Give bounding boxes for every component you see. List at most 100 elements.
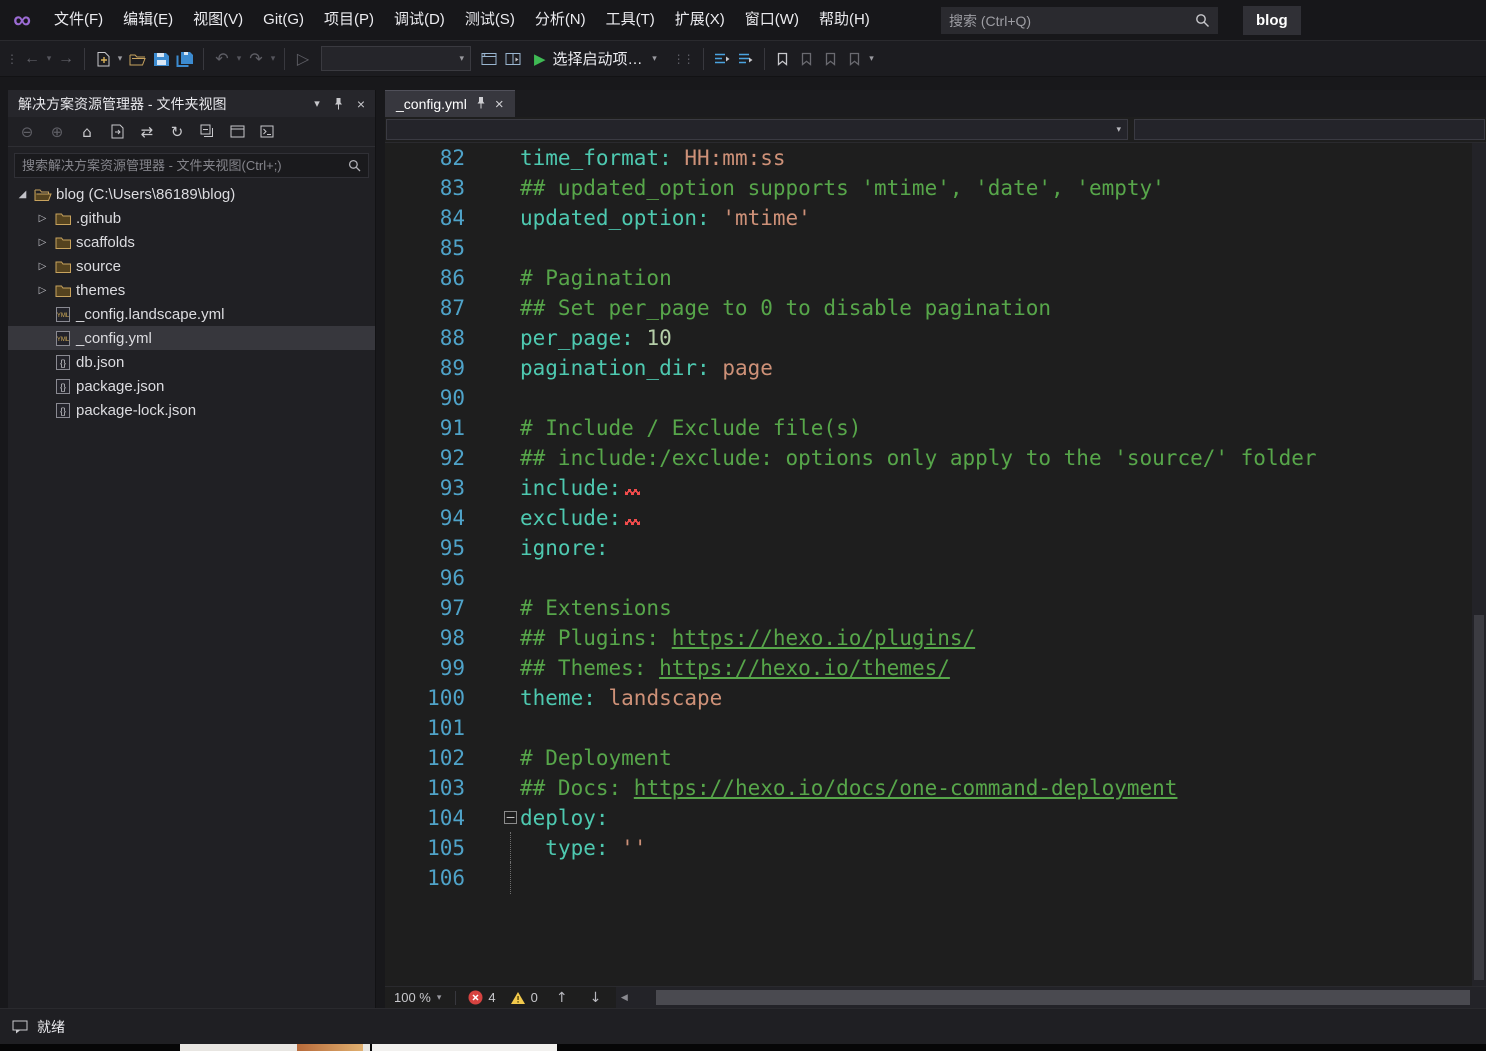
preview-changes-icon[interactable]	[501, 46, 525, 72]
url-link[interactable]: https://hexo.io/plugins/	[672, 626, 975, 650]
explorer-search-input[interactable]	[22, 158, 343, 173]
code-line[interactable]: 88per_page: 10	[385, 323, 1472, 353]
fold-minus-icon[interactable]: –	[504, 811, 517, 824]
redo-dropdown-icon[interactable]: ▾	[268, 53, 278, 64]
menu-item[interactable]: 调试(D)	[384, 0, 455, 40]
code-line[interactable]: 99## Themes: https://hexo.io/themes/	[385, 653, 1472, 683]
member-dropdown[interactable]	[1134, 119, 1485, 140]
fold-collapse-control[interactable]: –	[480, 803, 520, 833]
next-issue-icon[interactable]: ↓	[579, 990, 613, 1006]
home-icon[interactable]: ⌂	[74, 120, 100, 144]
switch-views-icon[interactable]	[104, 120, 130, 144]
tree-item[interactable]: {}package-lock.json	[8, 398, 375, 422]
explorer-forward-icon[interactable]: ⊕	[44, 120, 70, 144]
collapse-arrow-icon[interactable]: ◢	[14, 189, 31, 200]
bookmark-toggle-icon[interactable]	[771, 46, 795, 72]
code-line[interactable]: 106	[385, 863, 1472, 893]
vertical-scrollbar[interactable]	[1472, 143, 1486, 986]
run-outline-icon[interactable]: ▷	[291, 46, 315, 72]
expand-arrow-icon[interactable]: ▷	[34, 285, 51, 296]
code-line[interactable]: 95ignore:	[385, 533, 1472, 563]
vertical-scrollbar-thumb[interactable]	[1474, 615, 1484, 980]
bookmark-prev-icon[interactable]	[795, 46, 819, 72]
properties-icon[interactable]	[254, 120, 280, 144]
code-line[interactable]: 105 type: ''	[385, 833, 1472, 863]
horizontal-scrollbar-thumb[interactable]	[656, 990, 1470, 1005]
start-debug-button[interactable]: ▶ 选择启动项… ▾	[525, 48, 669, 69]
show-all-files-icon[interactable]	[224, 120, 250, 144]
zoom-control[interactable]: 100 % ▾	[385, 990, 450, 1005]
code-line[interactable]: 98## Plugins: https://hexo.io/plugins/	[385, 623, 1472, 653]
navigate-forward-icon[interactable]: →	[54, 46, 78, 72]
tree-item[interactable]: {}package.json	[8, 374, 375, 398]
code-line[interactable]: 101	[385, 713, 1472, 743]
menu-item[interactable]: 帮助(H)	[809, 0, 880, 40]
menu-item[interactable]: 视图(V)	[183, 0, 253, 40]
code-line[interactable]: 96	[385, 563, 1472, 593]
toolbar-grip[interactable]: ⋮	[2, 52, 20, 66]
menu-item[interactable]: Git(G)	[253, 0, 314, 40]
save-icon[interactable]	[149, 46, 173, 72]
expand-arrow-icon[interactable]: ▷	[34, 237, 51, 248]
menu-item[interactable]: 工具(T)	[596, 0, 665, 40]
code-line[interactable]: 90	[385, 383, 1472, 413]
tree-item[interactable]: YML_config.yml	[8, 326, 375, 350]
horizontal-scrollbar[interactable]: ◀	[616, 987, 1486, 1008]
code-line[interactable]: 82time_format: HH:mm:ss	[385, 143, 1472, 173]
tab-pin-icon[interactable]	[476, 96, 486, 112]
url-link[interactable]: https://hexo.io/themes/	[659, 656, 950, 680]
navigate-back-dropdown-icon[interactable]: ▾	[44, 53, 54, 64]
output-list-icon[interactable]	[710, 46, 734, 72]
tree-item[interactable]: YML_config.landscape.yml	[8, 302, 375, 326]
tree-item[interactable]: ▷scaffolds	[8, 230, 375, 254]
new-item-icon[interactable]	[91, 46, 115, 72]
pin-icon[interactable]	[333, 97, 344, 110]
code-line[interactable]: 89pagination_dir: page	[385, 353, 1472, 383]
open-folder-icon[interactable]	[125, 46, 149, 72]
tab-config-yml[interactable]: _config.yml ×	[385, 90, 515, 117]
global-search-input[interactable]	[949, 13, 1189, 29]
redo-icon[interactable]: ↷	[244, 46, 268, 72]
code-line[interactable]: 87## Set per_page to 0 to disable pagina…	[385, 293, 1472, 323]
menu-item[interactable]: 扩展(X)	[665, 0, 735, 40]
menu-item[interactable]: 编辑(E)	[113, 0, 183, 40]
feedback-icon[interactable]	[12, 1020, 28, 1034]
solution-name-badge[interactable]: blog	[1243, 6, 1301, 35]
task-list-icon[interactable]	[734, 46, 758, 72]
code-line[interactable]: 85	[385, 233, 1472, 263]
toolbar-overflow-grip[interactable]: ⋮⋮	[669, 52, 697, 66]
new-item-dropdown-icon[interactable]: ▾	[115, 53, 125, 64]
error-badge[interactable]: 4	[461, 990, 502, 1005]
menu-item[interactable]: 项目(P)	[314, 0, 384, 40]
vs-logo-icon[interactable]: ∞	[0, 0, 44, 40]
code-line[interactable]: 94exclude:	[385, 503, 1472, 533]
navigate-back-icon[interactable]: ←	[20, 46, 44, 72]
zoom-dropdown-icon[interactable]: ▾	[437, 992, 442, 1003]
undo-dropdown-icon[interactable]: ▾	[234, 53, 244, 64]
code-line[interactable]: 102# Deployment	[385, 743, 1472, 773]
configuration-combo-dropdown-icon[interactable]: ▾	[453, 53, 470, 64]
previous-issue-icon[interactable]: ↑	[545, 990, 579, 1006]
tree-item[interactable]: ▷.github	[8, 206, 375, 230]
code-line[interactable]: 86# Pagination	[385, 263, 1472, 293]
tree-item[interactable]: {}db.json	[8, 350, 375, 374]
url-link[interactable]: https://hexo.io/docs/one-command-deploym…	[634, 776, 1178, 800]
undo-icon[interactable]: ↶	[210, 46, 234, 72]
bookmark-next-icon[interactable]	[819, 46, 843, 72]
code-line[interactable]: 91# Include / Exclude file(s)	[385, 413, 1472, 443]
tree-item[interactable]: ◢blog (C:\Users\86189\blog)	[8, 182, 375, 206]
collapse-all-icon[interactable]	[194, 120, 220, 144]
panel-dropdown-icon[interactable]: ▾	[314, 97, 320, 110]
explorer-back-icon[interactable]: ⊖	[14, 120, 40, 144]
expand-arrow-icon[interactable]: ▷	[34, 261, 51, 272]
code-line[interactable]: 92## include:/exclude: options only appl…	[385, 443, 1472, 473]
code-line[interactable]: 104–deploy:	[385, 803, 1472, 833]
code-line[interactable]: 84updated_option: 'mtime'	[385, 203, 1472, 233]
expand-arrow-icon[interactable]: ▷	[34, 213, 51, 224]
tree-item[interactable]: ▷source	[8, 254, 375, 278]
tab-close-icon[interactable]: ×	[495, 97, 504, 112]
global-search-box[interactable]	[941, 7, 1218, 34]
code-line[interactable]: 83## updated_option supports 'mtime', 'd…	[385, 173, 1472, 203]
menu-item[interactable]: 测试(S)	[455, 0, 525, 40]
code-line[interactable]: 100theme: landscape	[385, 683, 1472, 713]
